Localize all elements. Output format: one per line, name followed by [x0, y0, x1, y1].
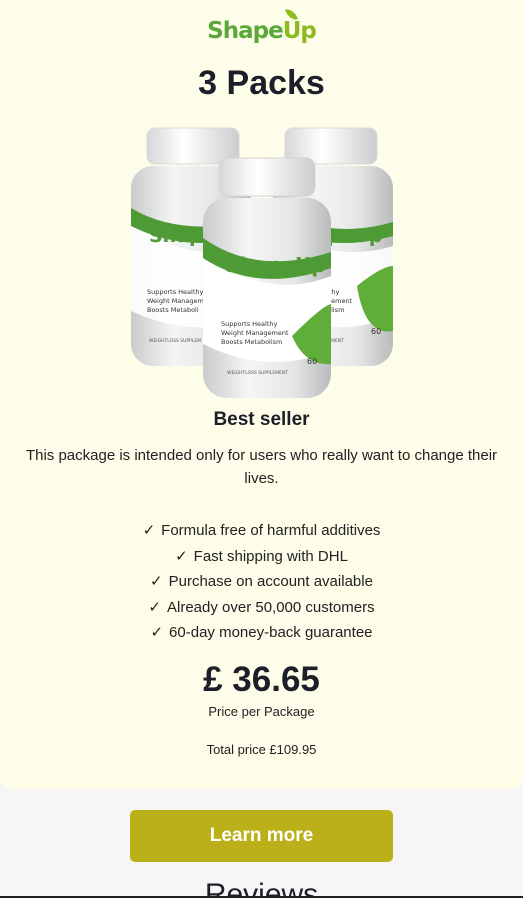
bottle-front: ShapeUp Supports Healthy Weight Manageme… — [203, 157, 331, 398]
package-title: 3 Packs — [198, 64, 325, 102]
feature-item: ✓ Formula free of harmful additives — [0, 518, 523, 544]
svg-text:Boosts Metabolism: Boosts Metabolism — [221, 338, 282, 346]
svg-text:60: 60 — [307, 357, 317, 366]
check-icon: ✓ — [148, 598, 161, 616]
check-icon: ✓ — [142, 522, 156, 539]
feature-item: ✓ Fast shipping with DHL — [0, 544, 523, 570]
svg-text:Supports Healthy: Supports Healthy — [147, 288, 203, 296]
logo-text-up: Up — [282, 6, 317, 44]
brand-logo: Shape Up — [0, 6, 523, 56]
feature-text: 60-day money-back guarantee — [169, 624, 373, 641]
package-description: This package is intended only for users … — [25, 447, 498, 487]
total-price: Total price £109.95 — [206, 742, 317, 757]
logo-text-shape: Shape — [207, 18, 284, 44]
feature-item: ✓ Purchase on account available — [0, 569, 523, 595]
feature-text: Formula free of harmful additives — [161, 522, 381, 539]
svg-text:ShapeUp: ShapeUp — [225, 253, 326, 277]
svg-text:Supports Healthy: Supports Healthy — [221, 320, 277, 328]
logo-text-up-label: Up — [282, 18, 317, 44]
feature-item: ✓ Already over 50,000 customers — [0, 595, 523, 621]
svg-text:WEIGHTLOSS SUPPLEMENT: WEIGHTLOSS SUPPLEMENT — [227, 370, 288, 376]
svg-text:peUp: peUp — [327, 225, 383, 247]
feature-list: ✓ Formula free of harmful additives ✓ Fast… — [0, 518, 523, 646]
svg-text:WEIGHTLOSS SUPPLEM: WEIGHTLOSS SUPPLEM — [149, 338, 201, 344]
svg-text:Boosts Metaboli: Boosts Metaboli — [147, 306, 199, 314]
feature-text: Already over 50,000 customers — [166, 598, 375, 616]
reviews-heading: Reviews — [204, 878, 319, 898]
svg-text:Weight Managem: Weight Managem — [147, 297, 204, 305]
best-seller-label: Best seller — [213, 409, 310, 430]
price-per-package: £ 36.65 — [203, 660, 320, 699]
learn-more-button[interactable]: Learn more — [130, 810, 393, 862]
price-caption: Price per Package — [208, 704, 315, 719]
feature-text: Purchase on account available — [168, 573, 373, 590]
svg-text:Weight Management: Weight Management — [221, 329, 289, 337]
check-icon: ✓ — [150, 624, 164, 641]
check-icon: ✓ — [150, 573, 163, 590]
product-bottles-image: Shape Supports Healthy Weight Managem Bo… — [131, 127, 393, 398]
feature-item: ✓ 60-day money-back guarantee — [0, 620, 523, 646]
check-icon: ✓ — [175, 547, 188, 565]
product-card: Shape Up 3 Packs Shape Supports Healthy … — [0, 0, 523, 789]
svg-text:60: 60 — [371, 327, 381, 336]
feature-text: Fast shipping with DHL — [193, 547, 348, 565]
